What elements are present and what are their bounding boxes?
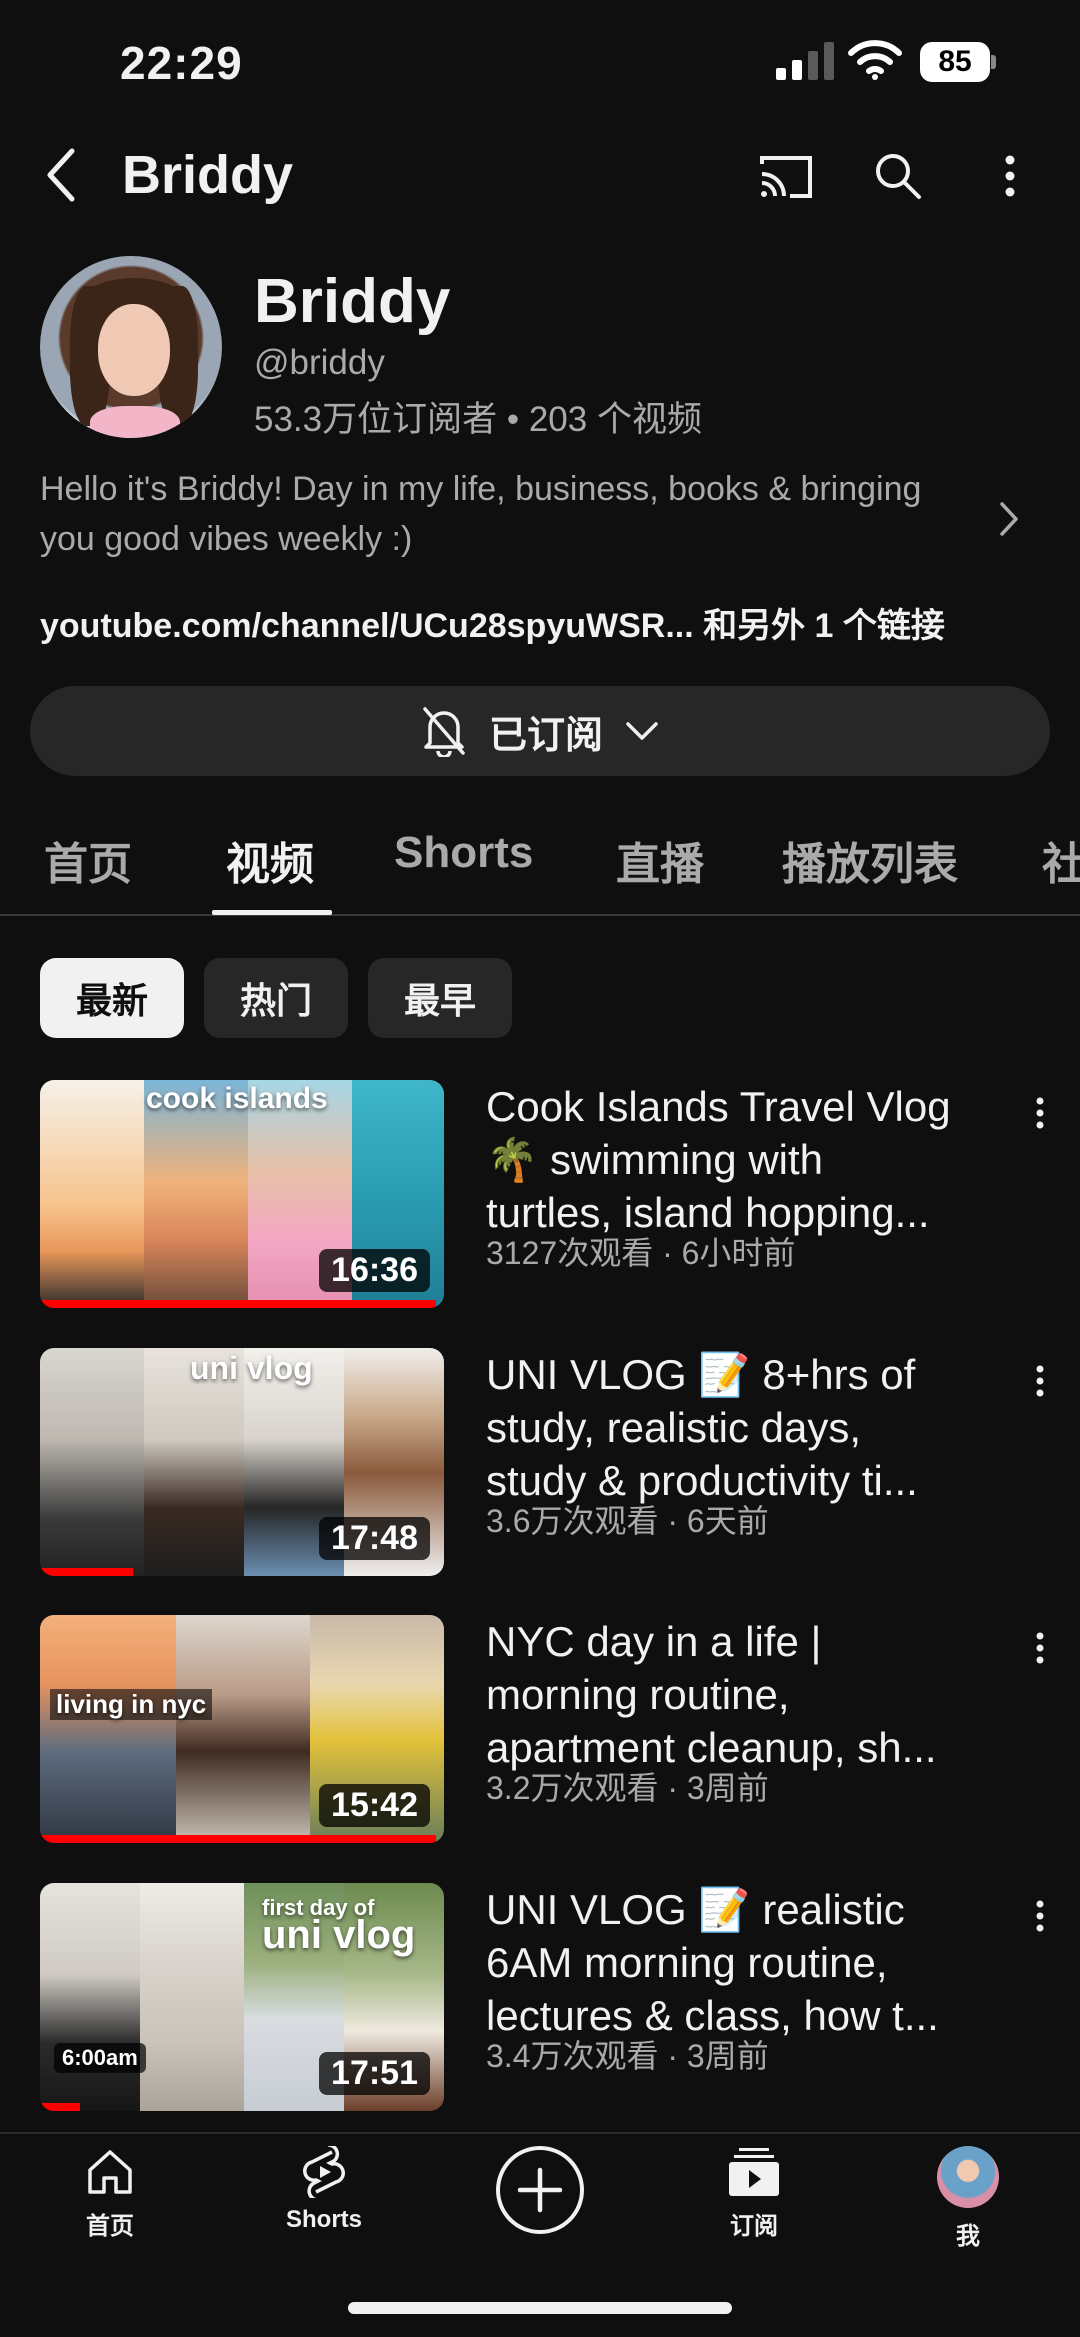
chip-oldest[interactable]: 最早 [368, 958, 512, 1038]
video-more-button[interactable] [1022, 1356, 1058, 1406]
avatar [937, 2146, 999, 2208]
status-time: 22:29 [120, 37, 243, 89]
video-item[interactable]: uni vlog 17:48 UNI VLOG 📝 8+hrs of study… [0, 1348, 1080, 1578]
video-metadata: 3127次观看 · 6小时前 [486, 1235, 796, 1271]
create-button[interactable] [496, 2146, 584, 2234]
video-duration: 15:42 [319, 1784, 430, 1827]
video-duration: 17:51 [319, 2052, 430, 2095]
video-duration: 16:36 [319, 1249, 430, 1292]
tab-live[interactable]: 直播 [616, 828, 704, 892]
notifications-off-icon [423, 707, 465, 757]
subscriptions-icon [729, 2148, 779, 2196]
watch-progress-bar [40, 1300, 436, 1308]
nav-home[interactable]: 首页 [30, 2146, 190, 2276]
back-arrow-icon [47, 148, 75, 202]
watch-progress-bar [40, 2103, 81, 2111]
back-button[interactable] [36, 142, 86, 208]
channel-handle: @briddy [254, 343, 385, 382]
battery-icon: 85 [920, 42, 996, 82]
tab-home[interactable]: 首页 [44, 828, 132, 892]
chip-latest[interactable]: 最新 [40, 958, 184, 1038]
search-icon [876, 154, 921, 199]
channel-links[interactable]: youtube.com/channel/UCu28spyuWSR... 和另外 … [40, 598, 945, 647]
subscribed-button[interactable]: 已订阅 [30, 686, 1050, 776]
channel-avatar[interactable] [40, 256, 222, 438]
nav-subscriptions[interactable]: 订阅 [674, 2146, 834, 2276]
video-title[interactable]: Cook Islands Travel Vlog 🌴 swimming with… [486, 1080, 1016, 1239]
video-item[interactable]: living in nyc 15:42 NYC day in a life | … [0, 1615, 1080, 1845]
video-more-button[interactable] [1022, 1088, 1058, 1138]
chevron-down-icon [626, 722, 658, 740]
nav-shorts-label: Shorts [285, 2206, 362, 2233]
cast-icon [760, 156, 812, 198]
video-duration: 17:48 [319, 1517, 430, 1560]
thumbnail-text: uni vlog [262, 1913, 416, 1957]
watch-progress-bar [40, 1835, 436, 1843]
page-title: Briddy [122, 145, 294, 205]
video-more-button[interactable] [1022, 1623, 1058, 1673]
tab-community[interactable]: 社 [1042, 828, 1080, 892]
video-title[interactable]: UNI VLOG 📝 8+hrs of study, realistic day… [486, 1348, 1016, 1507]
shorts-icon [303, 2146, 345, 2198]
channel-name: Briddy [254, 267, 451, 336]
chip-popular[interactable]: 热门 [204, 958, 348, 1038]
nav-home-label: 首页 [86, 2213, 134, 2240]
tab-playlists[interactable]: 播放列表 [782, 828, 958, 892]
wifi-icon [848, 40, 902, 80]
thumbnail-text: cook islands [146, 1082, 328, 1115]
video-metadata: 3.6万次观看 · 6天前 [486, 1503, 769, 1539]
status-bar: 22:29 85 [0, 0, 1080, 120]
more-vertical-icon [1036, 1632, 1044, 1664]
home-icon [88, 2150, 132, 2194]
channel-description[interactable]: Hello it's Briddy! Day in my life, busin… [40, 464, 940, 564]
more-vertical-icon [1005, 155, 1015, 197]
video-thumbnail[interactable]: living in nyc 15:42 [40, 1615, 444, 1843]
cellular-signal-icon [776, 42, 834, 80]
top-app-bar: Briddy [0, 130, 1080, 220]
thumbnail-text: uni vlog [190, 1350, 313, 1386]
video-item[interactable]: first day of uni vlog 6:00am 17:51 UNI V… [0, 1883, 1080, 2113]
plus-icon [517, 2167, 563, 2213]
nav-subscriptions-label: 订阅 [730, 2213, 778, 2240]
more-options-button[interactable] [978, 144, 1042, 208]
cast-button[interactable] [754, 144, 818, 208]
watch-progress-bar [40, 1568, 133, 1576]
video-item[interactable]: cook islands 16:36 Cook Islands Travel V… [0, 1080, 1080, 1310]
thumbnail-badge: 6:00am [54, 2043, 146, 2073]
search-button[interactable] [866, 144, 930, 208]
video-thumbnail[interactable]: first day of uni vlog 6:00am 17:51 [40, 1883, 444, 2111]
video-metadata: 3.4万次观看 · 3周前 [486, 2038, 769, 2074]
channel-stats: 53.3万位订阅者 • 203 个视频 [254, 400, 702, 439]
video-thumbnail[interactable]: cook islands 16:36 [40, 1080, 444, 1308]
active-tab-indicator [212, 910, 332, 915]
channel-tabs: 首页 视频 Shorts 直播 播放列表 社 [0, 820, 1080, 916]
video-thumbnail[interactable]: uni vlog 17:48 [40, 1348, 444, 1576]
video-more-button[interactable] [1022, 1891, 1058, 1941]
subscribed-label: 已订阅 [488, 714, 603, 757]
tab-videos[interactable]: 视频 [226, 828, 314, 892]
more-vertical-icon [1036, 1365, 1044, 1397]
nav-me-label: 我 [956, 2223, 980, 2250]
video-title[interactable]: NYC day in a life | morning routine, apa… [486, 1615, 1016, 1774]
video-metadata: 3.2万次观看 · 3周前 [486, 1770, 769, 1806]
video-title[interactable]: UNI VLOG 📝 realistic 6AM morning routine… [486, 1883, 1016, 2042]
more-vertical-icon [1036, 1900, 1044, 1932]
more-vertical-icon [1036, 1097, 1044, 1129]
battery-level: 85 [920, 42, 990, 82]
nav-shorts[interactable]: Shorts [244, 2146, 404, 2276]
chevron-right-icon[interactable] [994, 494, 1024, 544]
tab-shorts[interactable]: Shorts [394, 828, 533, 878]
home-indicator [348, 2302, 732, 2314]
nav-me[interactable]: 我 [888, 2146, 1048, 2276]
thumbnail-text: living in nyc [50, 1689, 213, 1720]
